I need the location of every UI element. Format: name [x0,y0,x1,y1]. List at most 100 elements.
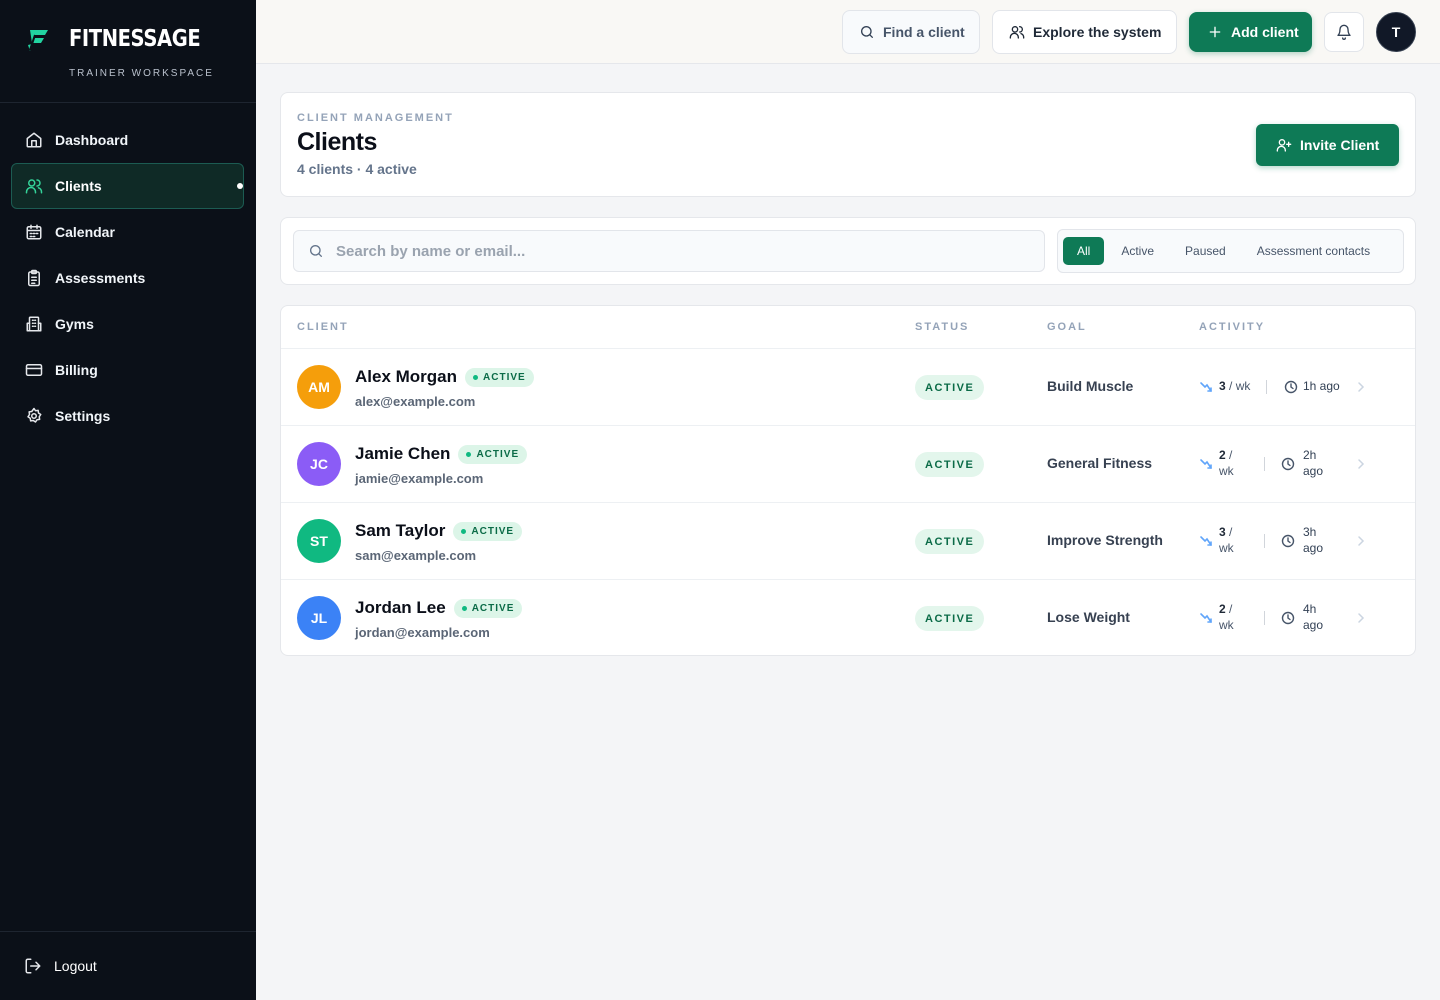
client-name: Alex Morgan [355,367,458,386]
table-row[interactable]: ST Sam Taylor ACTIVE sam@example.com ACT… [281,503,1415,580]
sidebar-item-dashboard[interactable]: Dashboard [11,117,244,163]
filter-bar: All Active Paused Assessment contacts [280,217,1416,285]
client-email: alex@example.com [355,394,476,409]
session-frequency: 2 / wk [1219,447,1243,479]
sidebar-item-billing[interactable]: Billing [11,347,244,393]
status-dot [461,605,467,611]
user-avatar[interactable]: T [1376,12,1416,52]
plus-icon [1207,24,1223,40]
client-goal: Build Muscle [1047,378,1134,394]
sidebar-item-label: Billing [55,362,98,378]
search-input[interactable] [336,242,1016,260]
gear-icon [25,407,43,425]
column-header-status: STATUS [915,321,970,333]
frequency-count: 3 [1219,379,1226,393]
credit-card-icon [25,361,43,379]
column-header-goal: GOAL [1047,321,1087,333]
find-client-button[interactable]: Find a client [842,10,980,54]
page-subtitle: 4 clients · 4 active [297,161,417,177]
chevron-right-icon[interactable] [1354,380,1368,394]
filter-tab-active[interactable]: Active [1107,237,1168,265]
status-filter-tabs: All Active Paused Assessment contacts [1057,229,1404,273]
sidebar-item-label: Clients [55,178,102,194]
chevron-right-icon[interactable] [1354,534,1368,548]
home-icon [25,131,43,149]
status-dot [473,374,479,380]
sidebar-item-label: Gyms [55,316,94,332]
client-name: Jamie Chen [355,444,451,463]
sidebar-item-gyms[interactable]: Gyms [11,301,244,347]
frequency-unit: / wk [1229,379,1251,393]
sidebar-item-clients[interactable]: Clients [11,163,244,209]
status-badge: ACTIVE [458,444,528,464]
sidebar-item-assessments[interactable]: Assessments [11,255,244,301]
filter-tab-paused[interactable]: Paused [1171,237,1240,265]
session-frequency: 3 / wk [1219,524,1243,556]
search-box [293,230,1045,272]
client-email: jamie@example.com [355,471,484,486]
users-icon [25,177,43,195]
client-name-line: Sam Taylor ACTIVE [355,521,523,541]
status-pill: ACTIVE [915,375,985,400]
sidebar-nav: Dashboard Clients Calendar Assessments G… [11,117,244,439]
avatar: JL [297,596,341,640]
calendar-icon [25,223,43,241]
activity-cell: 2 / wk 2h ago [1199,426,1399,503]
invite-client-button[interactable]: Invite Client [1256,124,1399,166]
chevron-right-icon[interactable] [1354,457,1368,471]
badge-label: ACTIVE [476,448,520,460]
clock-icon [1284,380,1298,394]
page-header: CLIENT MANAGEMENT Clients 4 clients · 4 … [280,92,1416,197]
client-goal: Improve Strength [1047,532,1163,548]
client-email: jordan@example.com [355,625,490,640]
divider [1264,534,1265,548]
last-activity: 3h ago [1303,525,1324,555]
client-name: Jordan Lee [355,598,446,617]
logout-button[interactable]: Logout [0,931,256,1000]
top-bar: Find a client Explore the system Add cli… [256,0,1440,64]
table-row[interactable]: JC Jamie Chen ACTIVE jamie@example.com A… [281,426,1415,503]
client-email: sam@example.com [355,548,477,563]
building-icon [25,315,43,333]
last-activity: 2h ago [1303,448,1324,478]
filter-tab-all[interactable]: All [1063,237,1105,265]
badge-label: ACTIVE [471,602,515,614]
column-header-activity: ACTIVITY [1199,321,1266,333]
client-goal: General Fitness [1047,455,1153,471]
badge-label: ACTIVE [471,525,515,537]
client-goal: Lose Weight [1047,609,1130,625]
sidebar-item-calendar[interactable]: Calendar [11,209,244,255]
brand: FITNESSAGE TRAINER WORKSPACE [0,0,256,103]
brand-subtitle: TRAINER WORKSPACE [69,68,214,79]
badge-label: ACTIVE [483,371,526,383]
table-row[interactable]: JL Jordan Lee ACTIVE jordan@example.com … [281,580,1415,655]
filter-tab-assessment-contacts[interactable]: Assessment contacts [1243,237,1384,265]
user-plus-icon [1276,137,1292,153]
sidebar-item-label: Dashboard [55,132,129,148]
status-dot [466,451,472,457]
clock-icon [1281,457,1295,471]
chevron-right-icon[interactable] [1354,611,1368,625]
sidebar-item-settings[interactable]: Settings [11,393,244,439]
notifications-button[interactable] [1324,12,1364,52]
frequency-count: 3 [1219,525,1226,539]
clients-table: CLIENT STATUS GOAL ACTIVITY AM Alex Morg… [280,305,1416,656]
page-title: Clients [297,128,377,156]
logout-label: Logout [54,958,97,974]
explore-system-button[interactable]: Explore the system [992,10,1177,54]
bell-icon [1336,24,1352,40]
status-badge: ACTIVE [453,598,523,618]
clipboard-icon [25,269,43,287]
client-name-line: Jordan Lee ACTIVE [355,598,523,618]
sidebar-item-label: Calendar [55,224,115,240]
status-pill: ACTIVE [915,452,985,477]
status-dot [461,528,467,534]
add-client-button[interactable]: Add client [1189,12,1312,52]
sidebar-item-label: Assessments [55,270,146,286]
clock-icon [1281,611,1295,625]
frequency-count: 2 [1219,602,1226,616]
avatar: JC [297,442,341,486]
explore-system-label: Explore the system [1033,24,1162,40]
invite-client-label: Invite Client [1300,137,1380,153]
table-row[interactable]: AM Alex Morgan ACTIVE alex@example.com A… [281,349,1415,426]
